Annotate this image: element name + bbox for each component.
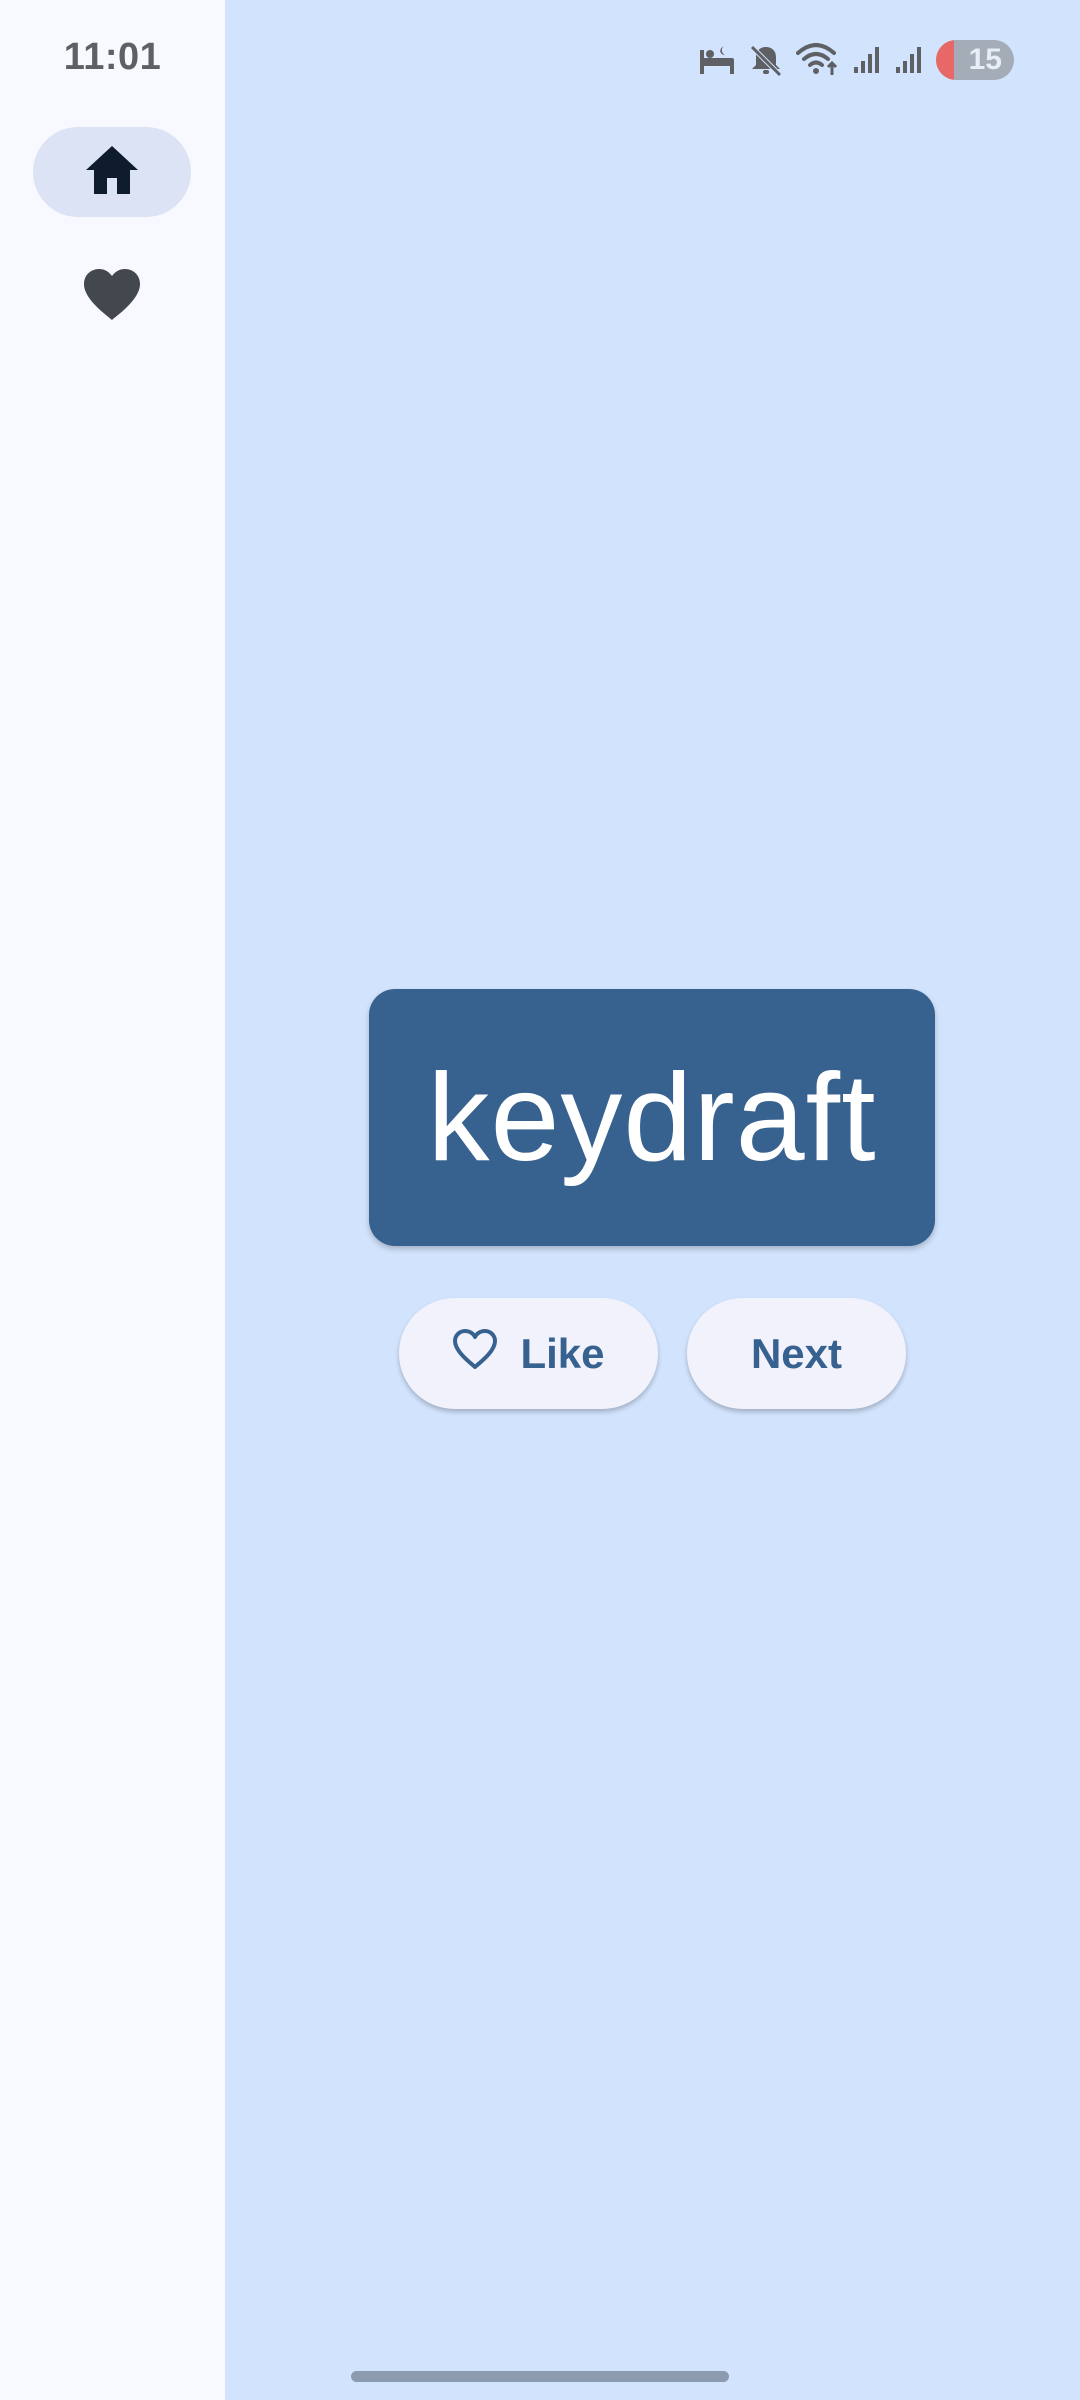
next-label: Next	[750, 1329, 843, 1377]
signal-icon	[852, 45, 882, 75]
battery-low-indicator	[936, 40, 954, 80]
heart-icon	[82, 268, 142, 327]
mute-icon	[748, 43, 784, 77]
gesture-bar[interactable]	[351, 2371, 729, 2382]
wifi-icon	[796, 43, 840, 77]
status-time: 11:01	[63, 36, 162, 78]
nav-item-favorites[interactable]	[33, 252, 191, 342]
battery-icon: 15	[936, 40, 1014, 80]
word-card: keydraft	[369, 989, 935, 1246]
navigation-rail: 11:01	[0, 0, 225, 2400]
signal-icon	[894, 45, 924, 75]
home-icon	[84, 144, 140, 201]
heart-outline-icon	[452, 1328, 498, 1380]
sleep-icon	[698, 44, 736, 76]
like-label: Like	[520, 1329, 605, 1377]
word-text: keydraft	[427, 1048, 877, 1187]
like-button[interactable]: Like	[399, 1298, 658, 1409]
nav-item-home[interactable]	[33, 127, 191, 217]
status-icons: 15	[698, 38, 1014, 82]
battery-level: 15	[968, 43, 1002, 76]
next-button[interactable]: Next	[687, 1298, 906, 1409]
